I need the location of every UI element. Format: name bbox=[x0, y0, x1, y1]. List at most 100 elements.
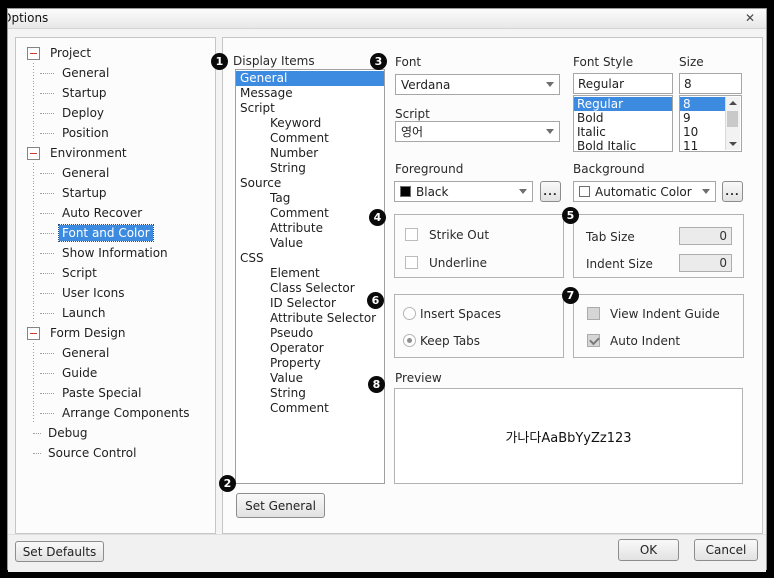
display-item[interactable]: Source bbox=[236, 176, 384, 191]
display-item[interactable]: Value bbox=[236, 371, 384, 386]
tree-collapse-icon[interactable] bbox=[27, 47, 40, 60]
tree-item[interactable]: Debug bbox=[16, 423, 215, 443]
display-item[interactable]: Attribute bbox=[236, 221, 384, 236]
tree-item[interactable]: General bbox=[16, 343, 215, 363]
close-icon[interactable]: ✕ bbox=[740, 10, 760, 27]
font-style-option[interactable]: Bold Italic bbox=[574, 139, 672, 152]
font-size-option[interactable]: 11 bbox=[680, 139, 726, 152]
underline-checkbox[interactable] bbox=[405, 256, 418, 269]
display-item[interactable]: Comment bbox=[236, 131, 384, 146]
font-size-option[interactable]: 10 bbox=[680, 125, 726, 139]
white-color-swatch-icon bbox=[579, 186, 590, 197]
background-color-select[interactable]: Automatic Color bbox=[573, 181, 716, 202]
minus-icon bbox=[30, 153, 37, 154]
font-family-select[interactable]: Verdana bbox=[395, 74, 560, 95]
options-category-tree[interactable]: Project General Startup Deploy Position … bbox=[15, 37, 216, 534]
tree-collapse-icon[interactable] bbox=[27, 147, 40, 160]
strike-out-checkbox[interactable] bbox=[405, 228, 418, 241]
set-general-button[interactable]: Set General bbox=[236, 493, 325, 518]
font-size-option-label: 9 bbox=[683, 111, 691, 125]
tree-item[interactable]: Project bbox=[16, 43, 215, 63]
tree-item[interactable]: Arrange Components bbox=[16, 403, 215, 423]
tree-item[interactable]: Guide bbox=[16, 363, 215, 383]
tree-item[interactable]: Startup bbox=[16, 83, 215, 103]
tab-size-group: Tab Size Indent Size bbox=[573, 214, 744, 278]
foreground-label: Foreground bbox=[395, 162, 463, 176]
insert-spaces-radio[interactable] bbox=[403, 307, 416, 320]
display-item[interactable]: Operator bbox=[236, 341, 384, 356]
tree-item[interactable]: General bbox=[16, 163, 215, 183]
display-item[interactable]: Pseudo bbox=[236, 326, 384, 341]
tree-item[interactable]: Script bbox=[16, 263, 215, 283]
font-style-list[interactable]: Regular Bold Italic Bold Italic bbox=[573, 95, 673, 152]
auto-indent-label: Auto Indent bbox=[610, 334, 680, 348]
tree-item[interactable]: User Icons bbox=[16, 283, 215, 303]
background-browse-button[interactable]: ... bbox=[722, 181, 743, 202]
display-item[interactable]: Property bbox=[236, 356, 384, 371]
tree-item[interactable]: Paste Special bbox=[16, 383, 215, 403]
foreground-color-select[interactable]: Black bbox=[394, 181, 533, 202]
display-item-label: Pseudo bbox=[270, 326, 313, 340]
font-size-option[interactable]: 9 bbox=[680, 111, 726, 125]
indent-size-label: Indent Size bbox=[586, 257, 653, 271]
tree-item-label: General bbox=[59, 65, 112, 81]
display-item[interactable]: General bbox=[236, 71, 384, 86]
display-item[interactable]: Tag bbox=[236, 191, 384, 206]
tree-item[interactable]: Startup bbox=[16, 183, 215, 203]
font-size-list[interactable]: 8 9 10 11 bbox=[679, 95, 742, 152]
tree-item[interactable]: Deploy bbox=[16, 103, 215, 123]
display-item[interactable]: Class Selector bbox=[236, 281, 384, 296]
tree-collapse-icon[interactable] bbox=[27, 327, 40, 340]
font-style-option[interactable]: Italic bbox=[574, 125, 672, 139]
scroll-up-icon[interactable] bbox=[729, 101, 737, 105]
indent-size-input[interactable] bbox=[679, 254, 732, 272]
display-item[interactable]: Element bbox=[236, 266, 384, 281]
display-item[interactable]: Value bbox=[236, 236, 384, 251]
tree-item[interactable]: Show Information bbox=[16, 243, 215, 263]
scroll-down-icon[interactable] bbox=[729, 142, 737, 146]
display-item[interactable]: ID Selector bbox=[236, 296, 384, 311]
display-item[interactable]: Number bbox=[236, 146, 384, 161]
tree-item[interactable]: Source Control bbox=[16, 443, 215, 463]
display-item[interactable]: CSS bbox=[236, 251, 384, 266]
auto-indent-checkbox[interactable] bbox=[587, 334, 600, 347]
font-style-option[interactable]: Bold bbox=[574, 111, 672, 125]
font-size-option[interactable]: 8 bbox=[680, 97, 726, 111]
tab-size-input[interactable] bbox=[679, 227, 732, 245]
display-item[interactable]: String bbox=[236, 386, 384, 401]
foreground-browse-button[interactable]: ... bbox=[540, 181, 561, 202]
cancel-button[interactable]: Cancel bbox=[694, 539, 758, 561]
display-item[interactable]: Script bbox=[236, 101, 384, 116]
tree-item[interactable]: Font and Color bbox=[16, 223, 215, 243]
size-list-scrollbar[interactable] bbox=[725, 97, 740, 150]
tree-item[interactable]: Auto Recover bbox=[16, 203, 215, 223]
ellipsis-icon: ... bbox=[543, 187, 557, 198]
script-select[interactable]: 영어 bbox=[395, 121, 560, 142]
tree-item-label: General bbox=[59, 165, 112, 181]
display-item[interactable]: Attribute Selector bbox=[236, 311, 384, 326]
keep-tabs-radio[interactable] bbox=[403, 334, 416, 347]
display-item[interactable]: Comment bbox=[236, 206, 384, 221]
display-item[interactable]: Keyword bbox=[236, 116, 384, 131]
title-bar[interactable]: Options ✕ bbox=[8, 9, 766, 29]
display-items-list[interactable]: General Message Script Keyword Comment N… bbox=[235, 69, 385, 484]
display-item[interactable]: String bbox=[236, 161, 384, 176]
ok-button[interactable]: OK bbox=[618, 539, 679, 561]
font-style-input[interactable]: Regular bbox=[573, 73, 673, 94]
tree-item[interactable]: Form Design bbox=[16, 323, 215, 343]
tree-item[interactable]: Launch bbox=[16, 303, 215, 323]
scrollbar-thumb[interactable] bbox=[727, 111, 738, 127]
display-item[interactable]: Comment bbox=[236, 401, 384, 416]
underline-label: Underline bbox=[429, 256, 487, 270]
set-defaults-button[interactable]: Set Defaults bbox=[15, 541, 104, 562]
display-item-label: Comment bbox=[270, 131, 329, 145]
display-item-label: Number bbox=[270, 146, 318, 160]
tree-item[interactable]: General bbox=[16, 63, 215, 83]
font-size-input[interactable]: 8 bbox=[679, 73, 742, 94]
display-item[interactable]: Message bbox=[236, 86, 384, 101]
font-size-options[interactable]: 8 9 10 11 bbox=[680, 97, 726, 151]
tree-item[interactable]: Environment bbox=[16, 143, 215, 163]
view-indent-guide-checkbox[interactable] bbox=[587, 307, 600, 320]
font-style-option[interactable]: Regular bbox=[574, 97, 672, 111]
tree-item[interactable]: Position bbox=[16, 123, 215, 143]
